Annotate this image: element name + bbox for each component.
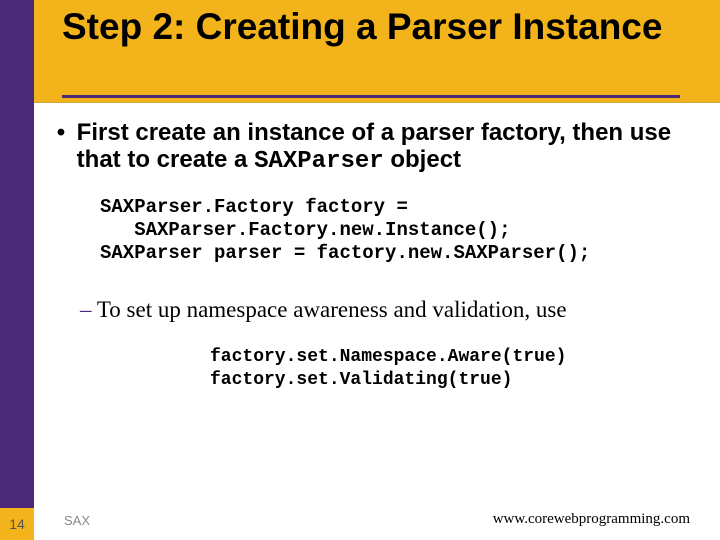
footer-right: www.corewebprogramming.com: [493, 511, 690, 528]
bullet-level-1: • First create an instance of a parser f…: [52, 120, 692, 176]
sidebar-accent: [0, 0, 34, 540]
page-number-box: 14: [0, 508, 34, 540]
bullet-level-2: – To set up namespace awareness and vali…: [80, 296, 680, 324]
bullet-dash-icon: –: [80, 297, 92, 322]
code-block-2: factory.set.Namespace.Aware(true) factor…: [210, 346, 566, 391]
bullet-1-text: First create an instance of a parser fac…: [77, 120, 677, 176]
code-block-1: SAXParser.Factory factory = SAXParser.Fa…: [100, 196, 590, 266]
bullet-dot-icon: •: [52, 120, 70, 147]
slide: Step 2: Creating a Parser Instance • Fir…: [0, 0, 720, 540]
page-number: 14: [9, 516, 25, 532]
bullet-2-text: To set up namespace awareness and valida…: [97, 297, 567, 322]
band-divider: [34, 102, 720, 103]
slide-title: Step 2: Creating a Parser Instance: [62, 6, 692, 47]
footer-left: SAX: [64, 513, 90, 528]
title-underline: [62, 95, 680, 98]
bullet-1-suffix: object: [384, 146, 461, 173]
bullet-1-inline-code: SAXParser: [254, 148, 384, 175]
